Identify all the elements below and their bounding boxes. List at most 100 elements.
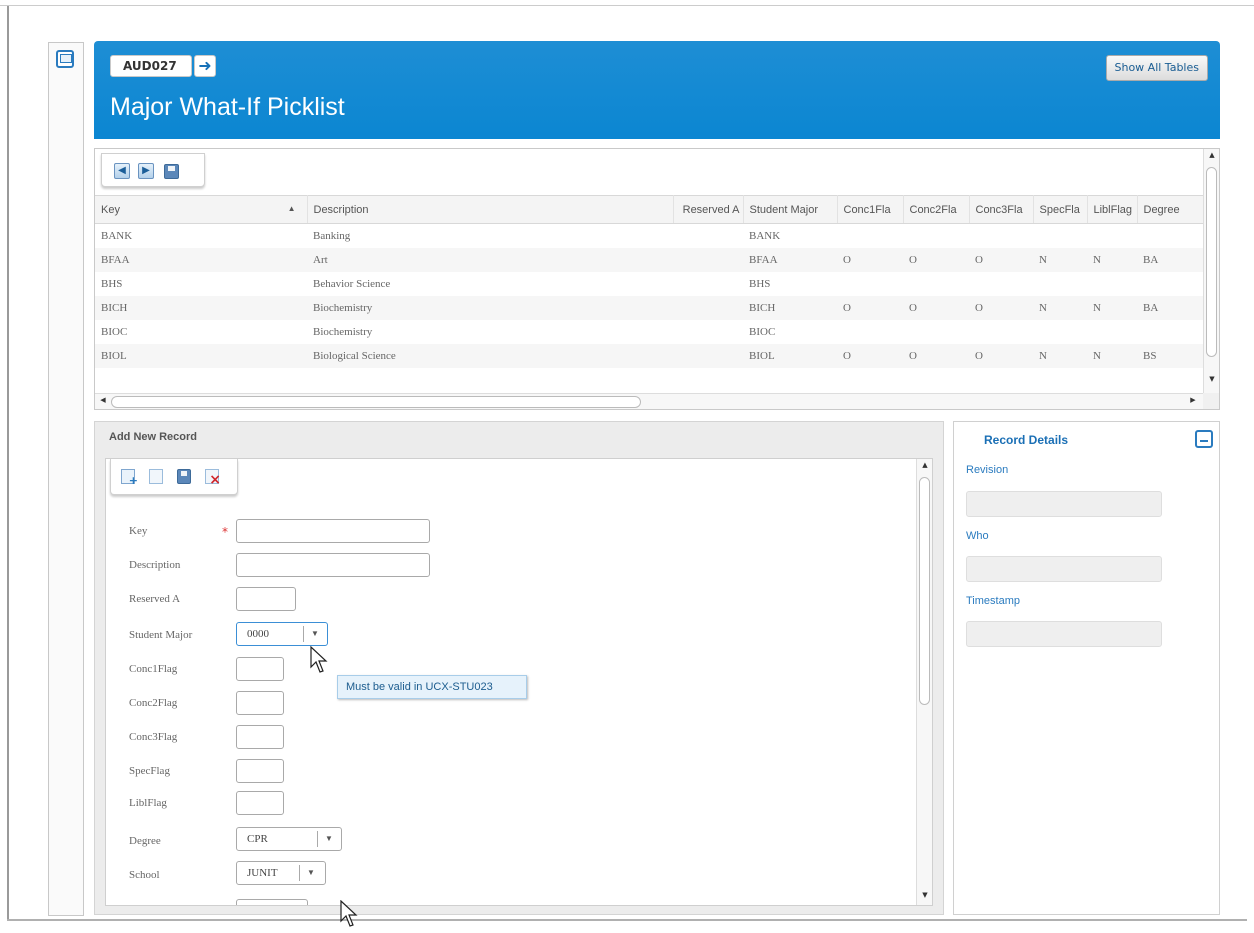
form-vertical-scrollbar[interactable]: ▲ ▼ bbox=[916, 459, 932, 905]
floppy-disk-icon[interactable] bbox=[164, 164, 179, 179]
scroll-down-icon[interactable]: ▼ bbox=[1207, 375, 1217, 387]
conc1flag-input[interactable] bbox=[236, 657, 284, 681]
floppy-disk-icon[interactable] bbox=[177, 469, 191, 484]
cell-reserved-a bbox=[673, 272, 743, 296]
cell-specflag: N bbox=[1033, 295, 1087, 320]
column-header-conc3flag[interactable]: Conc3Fla bbox=[969, 195, 1034, 224]
cell-conc1flag bbox=[837, 272, 903, 296]
school-value: JUNIT bbox=[247, 867, 278, 879]
key-input[interactable] bbox=[236, 519, 430, 543]
table-row[interactable]: BHS Behavior Science BHS bbox=[95, 272, 1203, 296]
scroll-left-icon[interactable]: ◀ bbox=[97, 396, 109, 408]
copy-icon[interactable] bbox=[149, 469, 163, 484]
cell-liblflag bbox=[1087, 320, 1137, 344]
cell-reserved-a bbox=[673, 320, 743, 344]
record-code-tag: AUD027 bbox=[110, 55, 192, 77]
cell-conc1flag bbox=[837, 320, 903, 344]
cell-degree: BA bbox=[1137, 295, 1203, 320]
cell-liblflag bbox=[1087, 272, 1137, 296]
column-header-conc2flag[interactable]: Conc2Fla bbox=[903, 195, 970, 224]
column-header-description[interactable]: Description bbox=[307, 195, 674, 224]
cell-student-major: BIOC bbox=[749, 325, 776, 338]
show-all-tables-button[interactable]: Show All Tables bbox=[1105, 55, 1208, 81]
chevron-down-icon[interactable]: ▼ bbox=[307, 862, 315, 884]
degree-value: CPR bbox=[247, 833, 268, 845]
chevron-down-icon[interactable]: ▼ bbox=[311, 623, 319, 645]
picklist-table: Key ▲ Description Reserved A Student Majo… bbox=[95, 195, 1203, 368]
partial-input[interactable] bbox=[236, 899, 308, 905]
key-label: Key bbox=[129, 525, 148, 537]
cell-key: BHS bbox=[101, 277, 123, 290]
cell-conc2flag: O bbox=[903, 295, 969, 320]
window-icon[interactable] bbox=[56, 50, 74, 68]
column-header-student-major[interactable]: Student Major bbox=[743, 195, 838, 224]
column-header-conc1flag[interactable]: Conc1Fla bbox=[837, 195, 904, 224]
grid-horizontal-scroll-thumb[interactable] bbox=[111, 396, 641, 408]
cell-student-major: BHS bbox=[749, 277, 771, 290]
reserved-a-input[interactable] bbox=[236, 587, 296, 611]
description-label: Description bbox=[129, 559, 181, 571]
scroll-up-icon[interactable]: ▲ bbox=[1207, 151, 1217, 163]
cell-student-major: BFAA bbox=[743, 247, 837, 272]
column-header-reserved-a[interactable]: Reserved A bbox=[673, 195, 744, 224]
chevron-down-icon[interactable]: ▼ bbox=[325, 828, 333, 850]
column-header-degree[interactable]: Degree bbox=[1137, 195, 1203, 224]
who-field bbox=[966, 556, 1162, 582]
scroll-up-icon[interactable]: ▲ bbox=[920, 461, 930, 473]
table-row[interactable]: BICH Biochemistry BICH O O O N N BA bbox=[95, 295, 1203, 320]
conc3flag-label: Conc3Flag bbox=[129, 731, 178, 743]
description-input[interactable] bbox=[236, 553, 430, 577]
cell-conc3flag: O bbox=[969, 295, 1033, 320]
degree-select[interactable]: CPR ▼ bbox=[236, 827, 342, 851]
table-row[interactable]: BIOC Biochemistry BIOC bbox=[95, 320, 1203, 344]
school-select[interactable]: JUNIT ▼ bbox=[236, 861, 326, 885]
grid-vertical-scroll-thumb[interactable] bbox=[1206, 167, 1217, 357]
column-header-key[interactable]: Key ▲ bbox=[95, 195, 308, 224]
table-row[interactable]: BANK Banking BANK bbox=[95, 224, 1203, 248]
cell-student-major: BANK bbox=[749, 229, 781, 242]
grid-vertical-scrollbar[interactable]: ▲ ▼ bbox=[1203, 149, 1219, 393]
window-left-edge bbox=[7, 6, 9, 921]
table-row[interactable]: BFAA Art BFAA O O O N N BA bbox=[95, 247, 1203, 272]
arrow-left-icon[interactable]: ◀ bbox=[114, 163, 130, 179]
conc3flag-input[interactable] bbox=[236, 725, 284, 749]
cell-degree bbox=[1137, 224, 1203, 248]
student-major-select[interactable]: 0000 ▼ bbox=[236, 622, 328, 646]
liblflag-input[interactable] bbox=[236, 791, 284, 815]
reserved-a-label: Reserved A bbox=[129, 593, 181, 605]
mouse-cursor-icon bbox=[310, 646, 328, 673]
conc2flag-input[interactable] bbox=[236, 691, 284, 715]
cell-description: Banking bbox=[313, 229, 351, 242]
cell-specflag: N bbox=[1033, 247, 1087, 272]
window-top-edge bbox=[0, 0, 1254, 6]
cell-key: BANK bbox=[101, 229, 133, 242]
grid-table-wrap: Key ▲ Description Reserved A Student Majo… bbox=[95, 195, 1203, 393]
side-rail bbox=[48, 42, 84, 916]
arrow-right-icon[interactable]: ▶ bbox=[138, 163, 154, 179]
go-arrow-icon[interactable]: ➜ bbox=[194, 55, 216, 77]
grid-horizontal-scrollbar[interactable]: ◀ ▶ bbox=[95, 393, 1203, 409]
cell-description: Biochemistry bbox=[313, 325, 373, 338]
form-vertical-scroll-thumb[interactable] bbox=[919, 477, 930, 705]
scroll-right-icon[interactable]: ▶ bbox=[1187, 396, 1199, 408]
record-details-title: Record Details bbox=[984, 433, 1069, 447]
specflag-input[interactable] bbox=[236, 759, 284, 783]
cell-liblflag: N bbox=[1087, 295, 1137, 320]
cell-description: Behavior Science bbox=[313, 277, 391, 290]
minimize-icon[interactable] bbox=[1195, 430, 1213, 448]
column-header-liblflag[interactable]: LiblFlag bbox=[1087, 195, 1138, 224]
table-row[interactable]: BIOL Biological Science BIOL O O O N N B… bbox=[95, 343, 1203, 368]
cell-degree: BA bbox=[1137, 247, 1203, 272]
select-divider bbox=[299, 865, 300, 881]
column-header-specflag[interactable]: SpecFla bbox=[1033, 195, 1088, 224]
scroll-down-icon[interactable]: ▼ bbox=[920, 891, 930, 903]
cell-conc1flag bbox=[837, 224, 903, 248]
cell-conc1flag: O bbox=[837, 247, 903, 272]
delete-icon[interactable] bbox=[205, 469, 221, 488]
page-header: AUD027 ➜ Major What-If Picklist Show All… bbox=[94, 41, 1220, 139]
new-record-icon[interactable] bbox=[121, 469, 138, 487]
school-label: School bbox=[129, 869, 160, 881]
cell-specflag bbox=[1033, 224, 1087, 248]
cell-conc1flag: O bbox=[837, 343, 903, 368]
cell-degree bbox=[1137, 320, 1203, 344]
